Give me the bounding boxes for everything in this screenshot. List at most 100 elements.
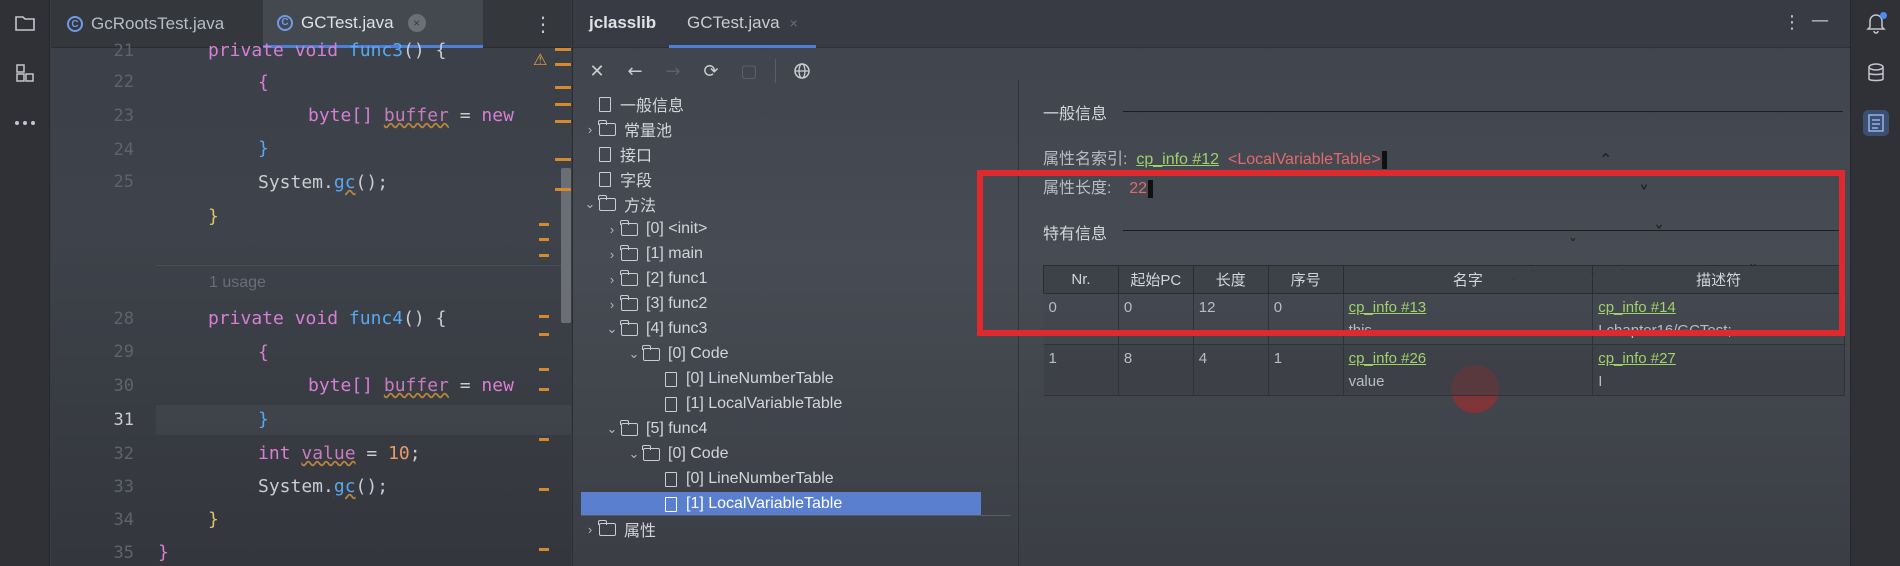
- scroll-marker: [555, 86, 571, 89]
- tree-item-method-func3[interactable]: ⌄ [4] func3: [603, 317, 981, 341]
- toolbar-separator: [775, 59, 776, 83]
- code-line-26: }: [208, 206, 219, 227]
- chevron-down-icon: ⌄: [628, 346, 640, 361]
- chevron-down-icon: ⌄: [628, 446, 640, 461]
- notification-bell-icon[interactable]: [1863, 10, 1889, 36]
- scroll-marker: [539, 548, 549, 551]
- cp-info-link[interactable]: cp_info #12: [1136, 151, 1219, 168]
- scroll-marker: [555, 63, 571, 66]
- folder-icon: [598, 519, 616, 536]
- close-tab-icon[interactable]: ×: [407, 13, 426, 32]
- folder-icon: [620, 319, 638, 336]
- tree-item-func4-code[interactable]: ⌄ [0] Code: [625, 442, 981, 466]
- scroll-marker: [539, 438, 549, 441]
- line-number: 21: [113, 41, 134, 61]
- file-icon: [665, 396, 677, 412]
- scroll-marker: [539, 333, 549, 336]
- more-icon[interactable]: [12, 110, 38, 136]
- line-number: 25: [113, 172, 134, 192]
- code-line-24: }: [258, 138, 269, 159]
- tree-item-func3-code[interactable]: ⌄ [0] Code: [625, 342, 981, 366]
- folder-icon: [620, 244, 638, 261]
- scroll-marker: [555, 48, 571, 51]
- scroll-marker: [555, 158, 571, 161]
- tree-divider: [581, 515, 1011, 516]
- file-icon: [599, 171, 611, 187]
- more-options-icon[interactable]: ⋮: [1783, 12, 1801, 33]
- structure-icon[interactable]: [12, 60, 38, 86]
- jclasslib-title: jclasslib: [589, 13, 657, 32]
- tree-item-constant-pool[interactable]: › 常量池: [581, 117, 981, 141]
- folder-icon: [598, 119, 616, 136]
- cp-info-link[interactable]: cp_info #27: [1598, 350, 1676, 367]
- globe-icon[interactable]: [790, 59, 814, 83]
- folder-icon: [642, 444, 660, 461]
- notification-dot: [1880, 12, 1887, 19]
- chevron-down-icon: ⌄: [606, 421, 618, 436]
- cp-info-link[interactable]: cp_info #26: [1349, 350, 1427, 367]
- tree-item-general-info[interactable]: 一般信息: [581, 92, 981, 116]
- line-number: 34: [113, 510, 134, 530]
- file-icon: [665, 471, 677, 487]
- code-line-32: int value = 10;: [258, 443, 421, 464]
- scroll-marker: [539, 315, 549, 318]
- forward-arrow-icon[interactable]: →: [661, 59, 685, 83]
- line-gutter: 21 22 23 24 25 28 29 30 31 32 33 34 35: [51, 41, 156, 566]
- scroll-marker: [539, 388, 549, 391]
- more-tabs-icon[interactable]: ⋮: [533, 12, 553, 36]
- tree-item-func3-linenumbertable[interactable]: [0] LineNumberTable: [647, 367, 981, 391]
- tree-item-func4-localvariabletable[interactable]: [1] LocalVariableTable: [581, 492, 981, 516]
- tree-item-method-func4[interactable]: ⌄ [5] func4: [603, 417, 981, 441]
- code-editor[interactable]: C GcRootsTest.java C GCTest.java × ⋮ 21 …: [51, 0, 571, 566]
- folder-icon: [620, 294, 638, 311]
- line-number: 30: [113, 376, 134, 396]
- tree-item-func4-linenumbertable[interactable]: [0] LineNumberTable: [647, 467, 981, 491]
- code-line-34: }: [208, 509, 219, 530]
- tree-item-method-func1[interactable]: › [2] func1: [603, 267, 981, 291]
- table-row[interactable]: 1 8 4 1 cp_info #26 value cp_info #27 I: [1043, 344, 1845, 396]
- scroll-marker: [539, 488, 549, 491]
- tree-item-interfaces[interactable]: 接口: [581, 142, 981, 166]
- refresh-icon[interactable]: ⟳: [699, 59, 723, 83]
- chevron-right-icon: ›: [587, 521, 593, 537]
- back-arrow-icon[interactable]: ←: [623, 59, 647, 83]
- folder-icon[interactable]: [12, 10, 38, 36]
- line-number: 33: [113, 477, 134, 497]
- code-line-29: {: [258, 342, 269, 363]
- close-icon[interactable]: ×: [790, 15, 798, 31]
- folder-icon: [620, 219, 638, 236]
- scroll-marker: [539, 368, 549, 371]
- chevron-right-icon: ›: [609, 221, 615, 237]
- chevron-down-icon: ⌄: [584, 196, 596, 211]
- jclasslib-toolbar: ✕ ← → ⟳ ▢: [585, 56, 814, 86]
- chevron-right-icon: ›: [609, 246, 615, 262]
- line-number: 32: [113, 444, 134, 464]
- tab-jclasslib-gctest[interactable]: GCTest.java ×: [669, 0, 816, 48]
- tree-item-method-func2[interactable]: › [3] func2: [603, 292, 981, 316]
- code-line-25: System.gc();: [258, 172, 389, 193]
- scroll-marker: [539, 223, 549, 226]
- tree-item-attributes[interactable]: › 属性: [581, 517, 981, 541]
- tree-item-method-main[interactable]: › [1] main: [603, 242, 981, 266]
- code-line-33: System.gc();: [258, 476, 389, 497]
- scrollbar-thumb[interactable]: [561, 168, 571, 323]
- section-divider: [1123, 111, 1843, 112]
- line-number: 23: [113, 106, 134, 126]
- file-icon: [665, 371, 677, 387]
- file-icon: [599, 96, 611, 112]
- tree-item-method-init[interactable]: › [0] <init>: [603, 217, 981, 241]
- database-icon[interactable]: [1863, 60, 1889, 86]
- tree-item-func3-localvariabletable[interactable]: [1] LocalVariableTable: [647, 392, 981, 416]
- bytecode-viewer-icon[interactable]: [1863, 110, 1889, 136]
- warning-icon[interactable]: ⚠: [533, 50, 547, 69]
- code-text[interactable]: private void func3() { { byte[] buffer =…: [156, 40, 571, 566]
- scroll-marker: [539, 254, 549, 257]
- close-icon[interactable]: ✕: [585, 59, 609, 83]
- browser-icon[interactable]: ▢: [737, 59, 761, 83]
- chevron-right-icon: ›: [609, 296, 615, 312]
- tree-item-methods[interactable]: ⌄ 方法: [581, 192, 981, 216]
- minimize-icon[interactable]: —: [1811, 10, 1829, 31]
- file-icon: [665, 496, 677, 512]
- editor-scrollbar[interactable]: ⚠: [531, 48, 571, 566]
- tree-item-fields[interactable]: 字段: [581, 167, 981, 191]
